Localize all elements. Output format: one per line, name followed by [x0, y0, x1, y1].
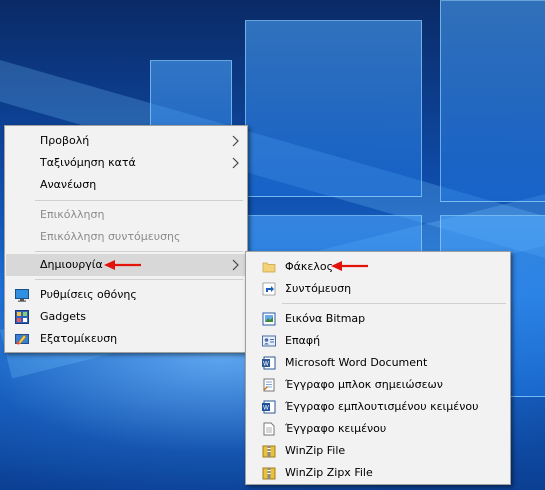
submenu-item-folder[interactable]: Φάκελος	[247, 256, 509, 278]
text-document-icon	[263, 422, 275, 436]
personalize-icon	[15, 334, 29, 345]
menu-separator	[35, 279, 243, 280]
winzip-zipx-icon	[262, 467, 276, 480]
menu-item-personalize[interactable]: Εξατομίκευση	[6, 328, 246, 350]
submenu-item-word-document[interactable]: W Microsoft Word Document	[247, 352, 509, 374]
svg-text:W: W	[263, 405, 269, 412]
svg-text:W: W	[263, 361, 269, 368]
submenu-item-rich-text-document[interactable]: W Έγγραφο εμπλουτισμένου κειμένου	[247, 396, 509, 418]
submenu-item-text-document[interactable]: Έγγραφο κειμένου	[247, 418, 509, 440]
menu-item-refresh[interactable]: Ανανέωση	[6, 174, 246, 196]
menu-separator	[282, 303, 506, 304]
menu-item-paste-shortcut: Επικόλληση συντόμευσης	[40, 230, 181, 243]
menu-item-paste: Επικόλληση	[40, 208, 105, 221]
logo-pane	[245, 20, 422, 197]
monitor-icon	[15, 289, 29, 302]
contact-icon	[262, 335, 276, 347]
new-submenu: Φάκελος Συντόμευση Εικόνα Bitmap Επαφή W…	[245, 251, 511, 485]
folder-icon	[262, 262, 276, 273]
menu-item-display-settings[interactable]: Ρυθμίσεις οθόνης	[6, 284, 246, 306]
gadgets-icon	[15, 310, 29, 324]
shortcut-icon	[262, 282, 276, 296]
chevron-right-icon	[232, 157, 239, 169]
submenu-item-winzip-zipx-file[interactable]: WinZip Zipx File	[247, 462, 509, 484]
submenu-item-bitmap-image[interactable]: Εικόνα Bitmap	[247, 308, 509, 330]
chevron-right-icon	[232, 259, 239, 271]
submenu-item-shortcut[interactable]: Συντόμευση	[247, 278, 509, 300]
submenu-item-journal-document[interactable]: Έγγραφο μπλοκ σημειώσεων	[247, 374, 509, 396]
menu-separator	[35, 251, 243, 252]
menu-item-gadgets[interactable]: Gadgets	[6, 306, 246, 328]
rich-text-icon: W	[262, 400, 276, 414]
bitmap-image-icon	[262, 312, 276, 326]
menu-item-view[interactable]: Προβολή	[6, 130, 246, 152]
journal-icon	[263, 378, 275, 392]
menu-item-sort-by[interactable]: Ταξινόμηση κατά	[6, 152, 246, 174]
word-document-icon: W	[262, 356, 276, 370]
chevron-right-icon	[232, 135, 239, 147]
annotation-arrow	[331, 261, 368, 271]
winzip-icon	[262, 445, 276, 458]
annotation-arrow	[104, 260, 141, 270]
submenu-item-contact[interactable]: Επαφή	[247, 330, 509, 352]
desktop-context-menu: Προβολή Ταξινόμηση κατά Ανανέωση Επικόλλ…	[4, 125, 248, 353]
logo-pane	[440, 0, 545, 202]
submenu-item-winzip-file[interactable]: WinZip File	[247, 440, 509, 462]
menu-separator	[35, 200, 243, 201]
